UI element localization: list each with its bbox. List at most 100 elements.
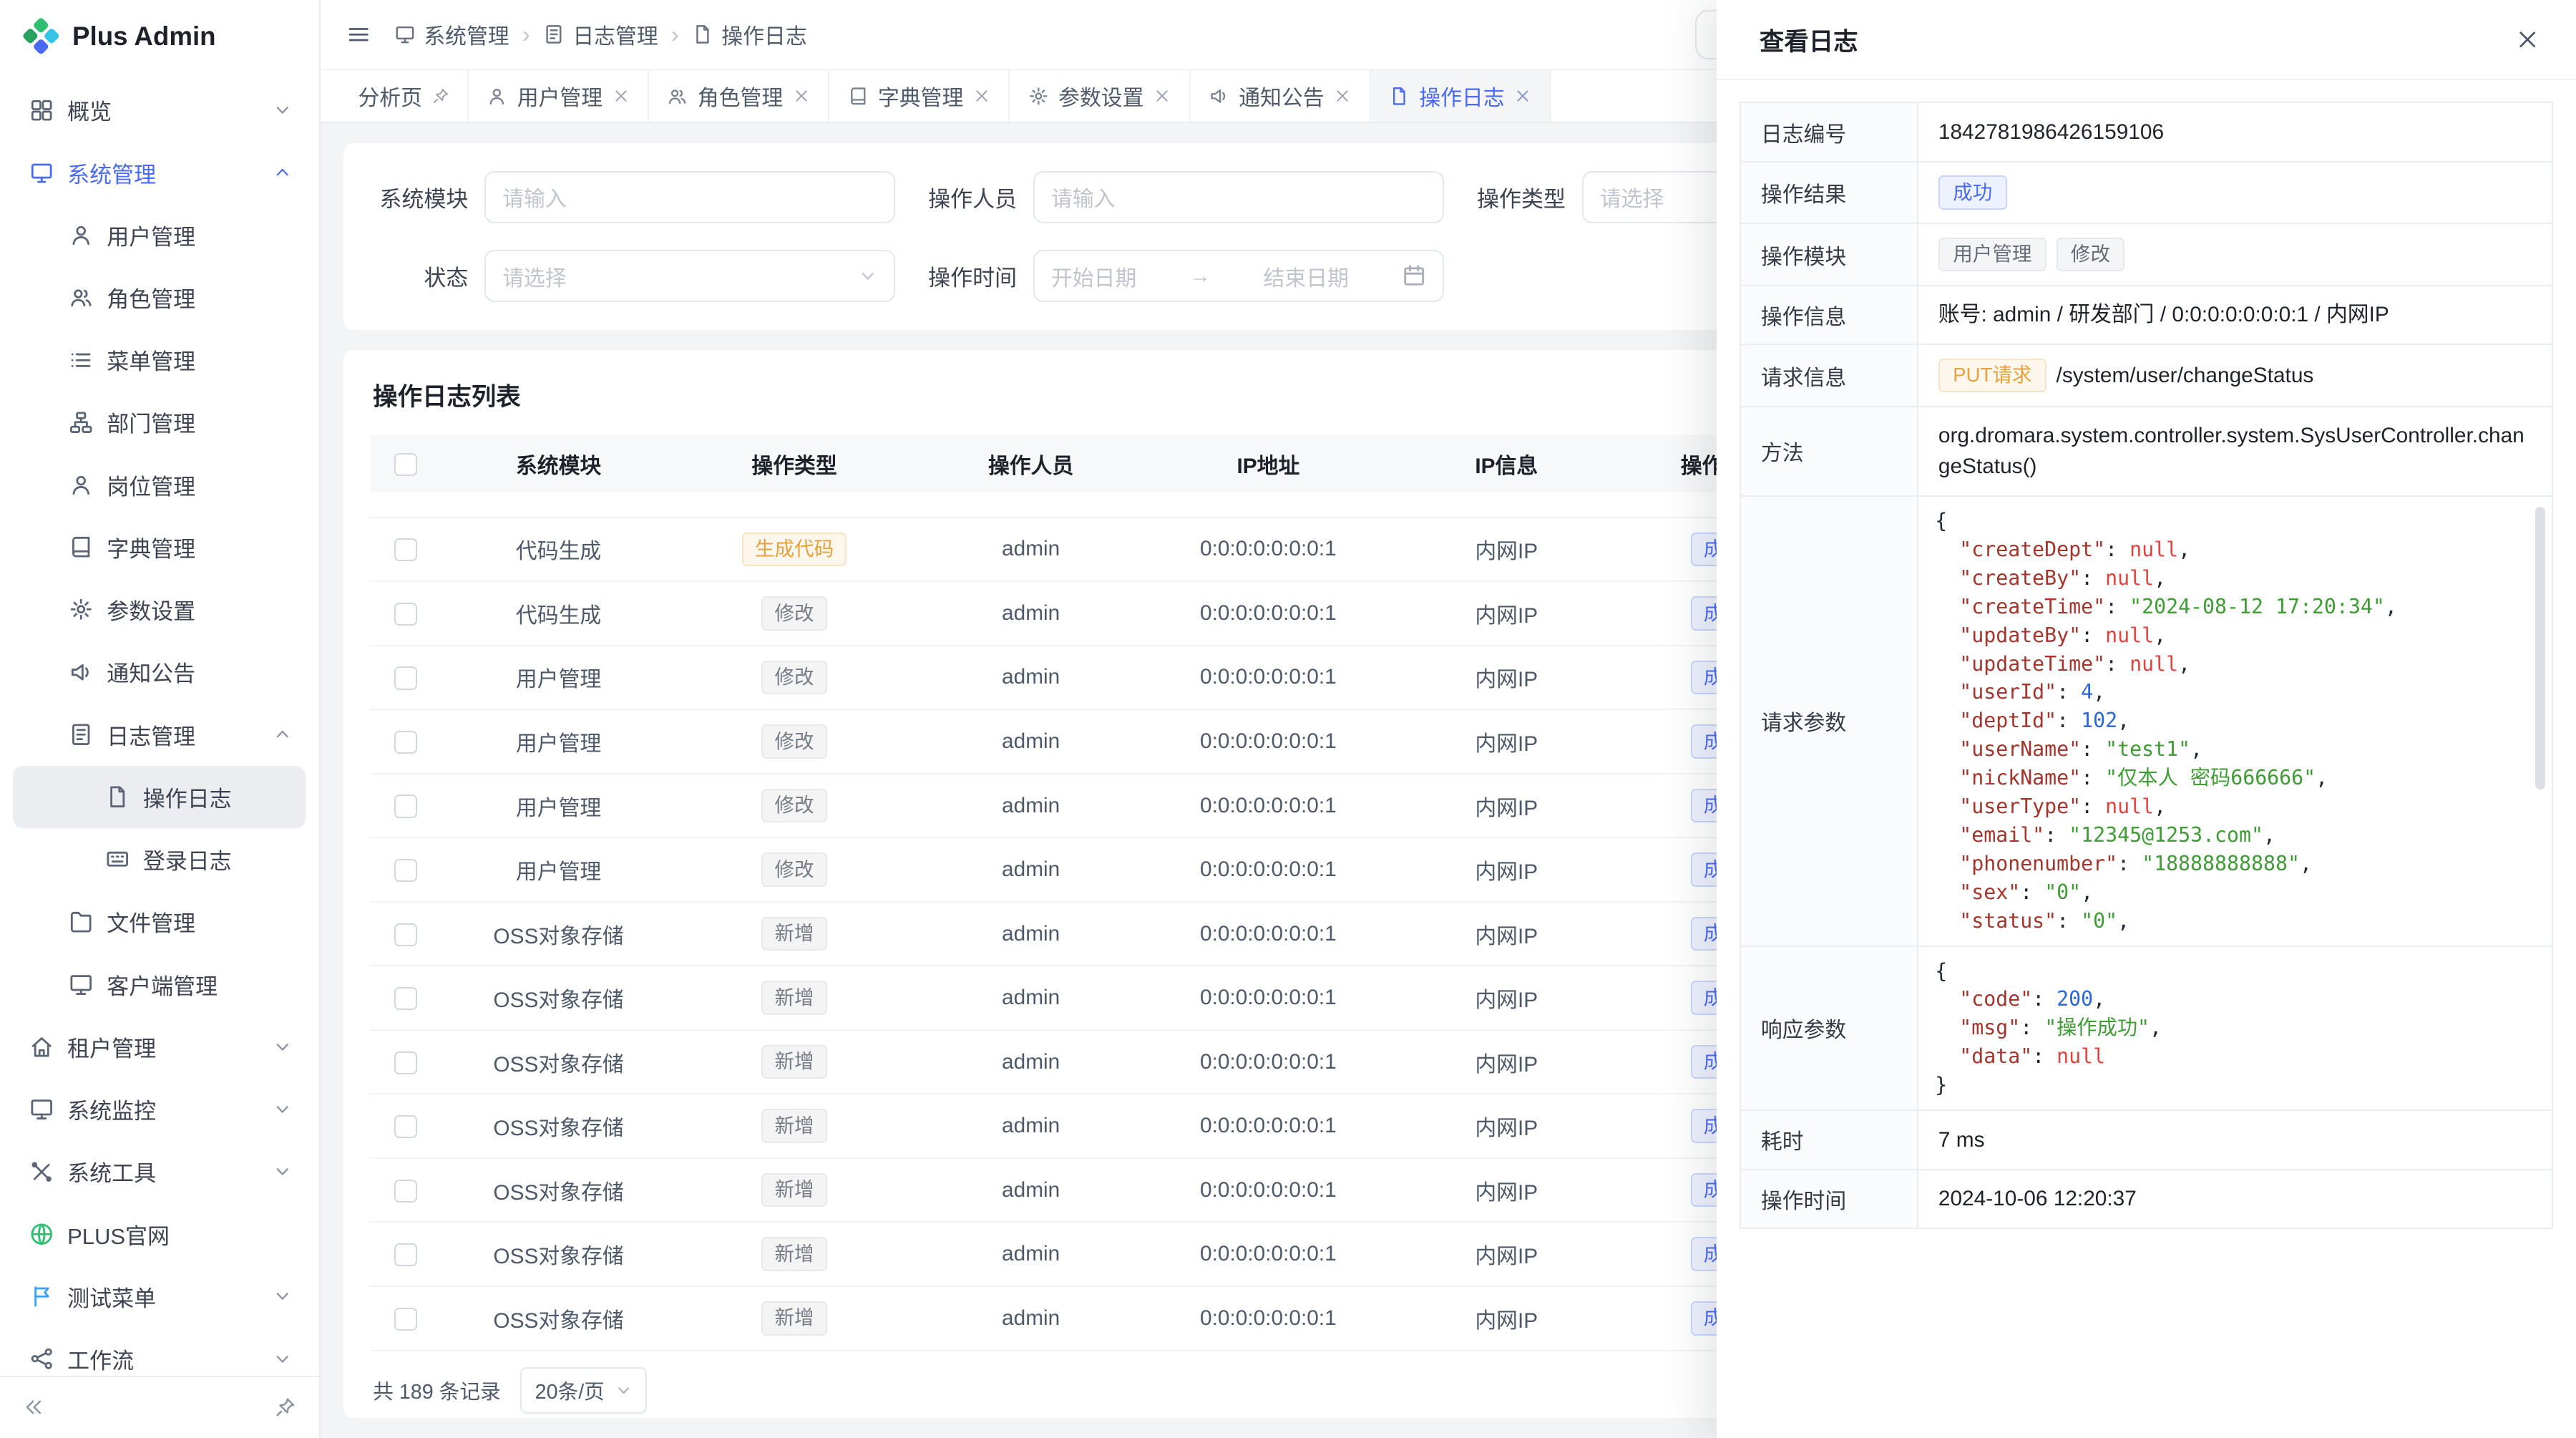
row-checkbox[interactable] xyxy=(394,1308,417,1331)
code-block: { "code": 200, "msg": "操作成功", "data": nu… xyxy=(1935,957,2528,1100)
cell-ip: 0:0:0:0:0:0:0:1 xyxy=(1148,518,1388,582)
tab-role-mgmt[interactable]: 角色管理 xyxy=(649,70,829,122)
operator-input[interactable]: 请输入 xyxy=(1033,171,1444,223)
detail-value: PUT请求/system/user/changeStatus xyxy=(1918,345,2552,405)
tab-analysis[interactable]: 分析页 xyxy=(340,70,469,122)
detail-label: 响应参数 xyxy=(1741,947,1918,1109)
sidebar-item-test-menu[interactable]: 测试菜单 xyxy=(13,1265,306,1328)
sidebar-item-post-mgmt[interactable]: 岗位管理 xyxy=(13,454,306,516)
close-icon[interactable] xyxy=(1334,87,1351,105)
date-range-input[interactable]: 开始日期 → 结束日期 xyxy=(1033,250,1444,302)
collapse-sidebar-icon[interactable] xyxy=(23,1396,44,1418)
pin-sidebar-icon[interactable] xyxy=(275,1396,296,1418)
sidebar-item-tenant-mgmt[interactable]: 租户管理 xyxy=(13,1016,306,1078)
close-icon[interactable] xyxy=(793,87,810,105)
op-type-badge: 新增 xyxy=(761,1301,826,1336)
breadcrumb-item-system-mgmt[interactable]: 系统管理 xyxy=(394,19,509,50)
table-row[interactable]: 用户管理修改admin0:0:0:0:0:0:0:1内网IP成功 xyxy=(370,646,1823,710)
close-icon[interactable] xyxy=(1153,87,1171,105)
sidebar-item-dict-mgmt[interactable]: 字典管理 xyxy=(13,516,306,578)
sidebar-item-client-mgmt[interactable]: 客户端管理 xyxy=(13,953,306,1015)
table-row-partial xyxy=(370,492,1823,517)
breadcrumb-item-operation-log[interactable]: 操作日志 xyxy=(692,19,807,50)
sidebar-item-menu-mgmt[interactable]: 菜单管理 xyxy=(13,329,306,391)
table-row[interactable]: 用户管理修改admin0:0:0:0:0:0:0:1内网IP成功 xyxy=(370,774,1823,838)
table-row[interactable]: OSS对象存储新增admin0:0:0:0:0:0:0:1内网IP成功 xyxy=(370,1158,1823,1223)
page-size-select[interactable]: 20条/页 xyxy=(520,1367,647,1413)
table-row[interactable]: 代码生成修改admin0:0:0:0:0:0:0:1内网IP成功 xyxy=(370,581,1823,646)
system-module-input[interactable]: 请输入 xyxy=(484,171,895,223)
placeholder: 请选择 xyxy=(502,261,566,292)
home-icon xyxy=(29,1034,54,1059)
close-icon[interactable] xyxy=(613,87,630,105)
op-type-badge: 新增 xyxy=(761,1045,826,1079)
row-checkbox[interactable] xyxy=(394,666,417,689)
sidebar-item-system-monitor[interactable]: 系统监控 xyxy=(13,1078,306,1140)
drawer-close-icon[interactable] xyxy=(2515,27,2540,52)
cell-system-module: OSS对象存储 xyxy=(442,902,675,966)
sidebar-item-param-settings[interactable]: 参数设置 xyxy=(13,578,306,641)
scrollbar[interactable] xyxy=(2535,507,2545,936)
table-row[interactable]: OSS对象存储新增admin0:0:0:0:0:0:0:1内网IP成功 xyxy=(370,966,1823,1030)
header-cell: IP地址 xyxy=(1148,435,1388,492)
logs-icon xyxy=(543,24,565,45)
cell-ip: 0:0:0:0:0:0:0:1 xyxy=(1148,902,1388,966)
tab-operation-log[interactable]: 操作日志 xyxy=(1371,70,1551,122)
row-checkbox[interactable] xyxy=(394,1051,417,1074)
table-row[interactable]: OSS对象存储新增admin0:0:0:0:0:0:0:1内网IP成功 xyxy=(370,1030,1823,1094)
sidebar-item-plus-site[interactable]: PLUS官网 xyxy=(13,1203,306,1265)
table-row[interactable]: OSS对象存储新增admin0:0:0:0:0:0:0:1内网IP成功 xyxy=(370,1094,1823,1158)
close-icon[interactable] xyxy=(973,87,990,105)
sidebar-item-workflow[interactable]: 工作流 xyxy=(13,1328,306,1376)
select-all-checkbox[interactable] xyxy=(394,453,417,476)
sidebar-item-system-mgmt[interactable]: 系统管理 xyxy=(13,141,306,203)
tab-notice[interactable]: 通知公告 xyxy=(1191,70,1371,122)
sidebar-item-overview[interactable]: 概览 xyxy=(13,79,306,141)
close-icon[interactable] xyxy=(1514,87,1531,105)
sidebar-item-dept-mgmt[interactable]: 部门管理 xyxy=(13,391,306,453)
cell-operator: admin xyxy=(913,1094,1148,1158)
sidebar-item-system-tools[interactable]: 系统工具 xyxy=(13,1140,306,1203)
table-row[interactable]: OSS对象存储新增admin0:0:0:0:0:0:0:1内网IP成功 xyxy=(370,902,1823,966)
row-checkbox[interactable] xyxy=(394,795,417,817)
sidebar-item-role-mgmt[interactable]: 角色管理 xyxy=(13,266,306,329)
table-row[interactable]: 用户管理修改admin0:0:0:0:0:0:0:1内网IP成功 xyxy=(370,837,1823,902)
range-arrow-icon: → xyxy=(1189,264,1211,288)
tab-label: 分析页 xyxy=(358,80,421,112)
row-checkbox[interactable] xyxy=(394,1243,417,1266)
table-row[interactable]: 代码生成生成代码admin0:0:0:0:0:0:0:1内网IP成功 xyxy=(370,518,1823,582)
sidebar-item-login-log[interactable]: 登录日志 xyxy=(13,828,306,890)
tab-user-mgmt[interactable]: 用户管理 xyxy=(469,70,649,122)
table-row[interactable]: 用户管理修改admin0:0:0:0:0:0:0:1内网IP成功 xyxy=(370,709,1823,774)
sidebar-item-notice[interactable]: 通知公告 xyxy=(13,641,306,703)
sidebar-item-log-mgmt[interactable]: 日志管理 xyxy=(13,704,306,766)
sidebar-item-file-mgmt[interactable]: 文件管理 xyxy=(13,890,306,953)
row-checkbox[interactable] xyxy=(394,1180,417,1203)
sidebar-item-operation-log[interactable]: 操作日志 xyxy=(13,766,306,828)
sidebar-item-user-mgmt[interactable]: 用户管理 xyxy=(13,204,306,266)
table-row[interactable]: OSS对象存储新增admin0:0:0:0:0:0:0:1内网IP成功 xyxy=(370,1222,1823,1286)
row-checkbox[interactable] xyxy=(394,987,417,1010)
tab-dict-mgmt[interactable]: 字典管理 xyxy=(829,70,1010,122)
row-checkbox[interactable] xyxy=(394,538,417,561)
pin-icon[interactable] xyxy=(432,87,449,105)
table-row[interactable]: OSS对象存储新增admin0:0:0:0:0:0:0:1内网IP成功 xyxy=(370,1286,1823,1351)
sidebar-item-label: 系统监控 xyxy=(67,1093,156,1125)
logo: Plus Admin xyxy=(0,0,319,72)
doc-icon xyxy=(1389,86,1410,107)
cell-system-module: 代码生成 xyxy=(442,581,675,646)
cell-operator: admin xyxy=(913,902,1148,966)
row-checkbox[interactable] xyxy=(394,923,417,946)
scrollbar-thumb[interactable] xyxy=(2535,507,2545,790)
row-checkbox[interactable] xyxy=(394,603,417,626)
breadcrumb-separator: › xyxy=(522,21,530,48)
detail-row-duration: 耗时7 ms xyxy=(1741,1109,2551,1169)
row-checkbox[interactable] xyxy=(394,859,417,882)
menu-toggle-icon[interactable] xyxy=(346,22,371,47)
breadcrumb-item-log-mgmt[interactable]: 日志管理 xyxy=(543,19,658,50)
status-select[interactable]: 请选择 xyxy=(484,250,895,302)
tab-param-settings[interactable]: 参数设置 xyxy=(1010,70,1190,122)
tab-label: 通知公告 xyxy=(1239,80,1324,112)
row-checkbox[interactable] xyxy=(394,1115,417,1138)
row-checkbox[interactable] xyxy=(394,731,417,754)
